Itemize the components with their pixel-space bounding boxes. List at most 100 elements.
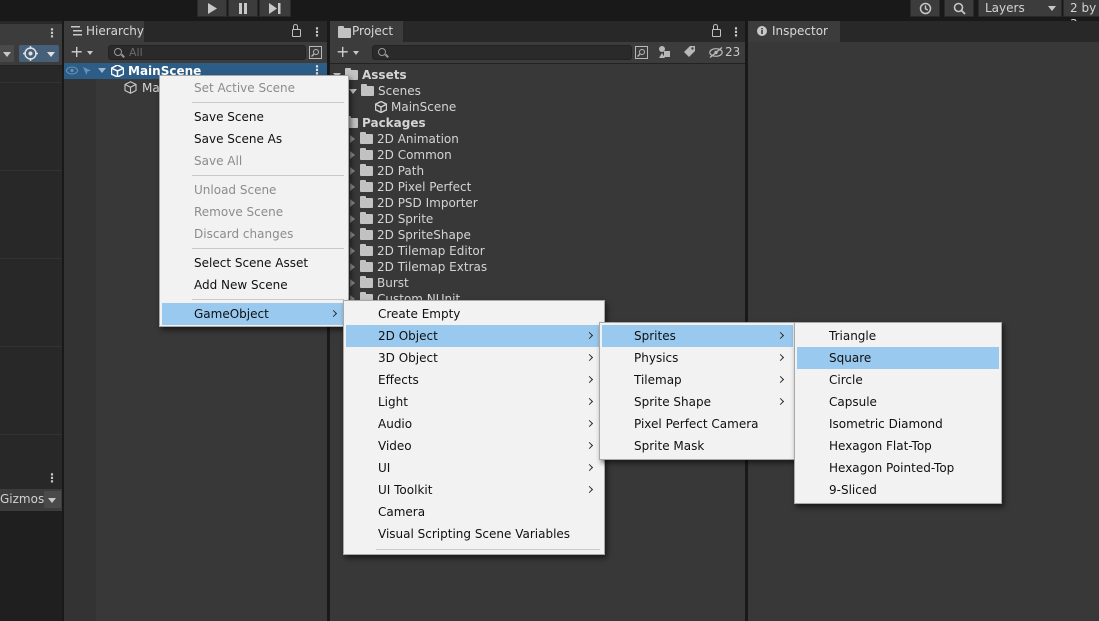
scene-search-icon[interactable] bbox=[635, 46, 648, 59]
history-icon bbox=[919, 2, 931, 14]
expand-arrow-icon[interactable] bbox=[350, 183, 355, 191]
play-button[interactable] bbox=[197, 0, 227, 17]
scene-gizmo-toggle[interactable] bbox=[19, 45, 59, 62]
menu-item-effects[interactable]: Effects bbox=[346, 369, 602, 391]
scene-dropdown-button[interactable] bbox=[0, 45, 14, 62]
menu-item-gameobject[interactable]: GameObject bbox=[162, 303, 346, 325]
add-icon[interactable]: + bbox=[70, 44, 83, 60]
menu-item-save-scene[interactable]: Save Scene bbox=[162, 106, 346, 128]
lock-icon[interactable] bbox=[292, 24, 301, 37]
menu-item-sprite-shape[interactable]: Sprite Shape bbox=[602, 391, 793, 413]
menu-item-label: Capsule bbox=[829, 395, 877, 409]
menu-item-set-active-scene[interactable]: Set Active Scene bbox=[162, 77, 346, 99]
expand-arrow-icon[interactable] bbox=[350, 135, 355, 143]
scene-menu-icon[interactable]: ⋮ bbox=[46, 26, 58, 40]
layout-dropdown[interactable]: 2 by 3 bbox=[1063, 0, 1099, 31]
expand-arrow-icon[interactable] bbox=[350, 263, 355, 271]
menu-item-save-scene-as[interactable]: Save Scene As bbox=[162, 128, 346, 150]
menu-item-capsule[interactable]: Capsule bbox=[797, 391, 999, 413]
expand-arrow-icon[interactable] bbox=[98, 68, 106, 73]
menu-item-9-sliced[interactable]: 9-Sliced bbox=[797, 479, 999, 501]
tree-item-scenes[interactable]: Scenes bbox=[349, 83, 421, 99]
tree-item-package[interactable]: 2D Common bbox=[350, 147, 452, 163]
pause-button[interactable] bbox=[228, 0, 258, 17]
menu-item-visual-scripting-scene-variables[interactable]: Visual Scripting Scene Variables bbox=[346, 523, 602, 545]
search-button[interactable] bbox=[944, 0, 974, 17]
menu-item-light[interactable]: Light bbox=[346, 391, 602, 413]
lock-icon[interactable] bbox=[712, 24, 721, 37]
menu-item-select-scene-asset[interactable]: Select Scene Asset bbox=[162, 252, 346, 274]
game-menu-icon[interactable]: ⋮ bbox=[46, 471, 58, 485]
menu-item-create-empty[interactable]: Create Empty bbox=[346, 303, 602, 325]
expand-arrow-icon[interactable] bbox=[350, 215, 355, 223]
menu-item-3d-object[interactable]: 3D Object bbox=[346, 347, 602, 369]
menu-item-hexagon-flat-top[interactable]: Hexagon Flat-Top bbox=[797, 435, 999, 457]
menu-item-video[interactable]: Video bbox=[346, 435, 602, 457]
tab-inspector[interactable]: Inspector bbox=[748, 21, 840, 42]
tree-item-package[interactable]: Burst bbox=[350, 275, 409, 291]
menu-item-2d-object[interactable]: 2D Object bbox=[346, 325, 602, 347]
menu-item-remove-scene[interactable]: Remove Scene bbox=[162, 201, 346, 223]
gizmos-button[interactable]: Gizmos bbox=[0, 492, 44, 506]
gameobject-submenu: Create Empty 2D Object 3D Object Effects… bbox=[343, 300, 605, 555]
expand-arrow-icon[interactable] bbox=[350, 231, 355, 239]
tree-item-package[interactable]: 2D PSD Importer bbox=[350, 195, 478, 211]
tree-item-mainscene[interactable]: MainScene bbox=[374, 99, 456, 115]
chevron-down-icon[interactable] bbox=[353, 51, 359, 55]
menu-item-square[interactable]: Square bbox=[797, 347, 999, 369]
hierarchy-menu-icon[interactable]: ⋮ bbox=[311, 25, 323, 39]
menu-item-physics[interactable]: Physics bbox=[602, 347, 793, 369]
menu-separator bbox=[376, 549, 600, 550]
expand-arrow-icon[interactable] bbox=[350, 151, 355, 159]
chevron-down-icon[interactable] bbox=[87, 51, 93, 55]
tree-item-package[interactable]: 2D Tilemap Extras bbox=[350, 259, 487, 275]
menu-item-audio[interactable]: Audio bbox=[346, 413, 602, 435]
history-button[interactable] bbox=[910, 0, 940, 17]
hierarchy-search-input[interactable]: All bbox=[108, 45, 306, 60]
step-button[interactable] bbox=[259, 0, 291, 17]
menu-item-hexagon-pointed-top[interactable]: Hexagon Pointed-Top bbox=[797, 457, 999, 479]
menu-item-pixel-perfect-camera[interactable]: Pixel Perfect Camera bbox=[602, 413, 793, 435]
expand-arrow-icon[interactable] bbox=[350, 247, 355, 255]
tab-project[interactable]: Project bbox=[330, 21, 403, 42]
hidden-eye-icon[interactable] bbox=[709, 47, 723, 58]
menu-item-sprite-mask[interactable]: Sprite Mask bbox=[602, 435, 793, 457]
project-search-input[interactable] bbox=[372, 45, 632, 60]
label-tag-icon[interactable] bbox=[683, 46, 696, 59]
gizmos-dropdown[interactable] bbox=[44, 491, 61, 508]
menu-item-isometric-diamond[interactable]: Isometric Diamond bbox=[797, 413, 999, 435]
menu-item-unload-scene[interactable]: Unload Scene bbox=[162, 179, 346, 201]
expand-arrow-icon[interactable] bbox=[350, 199, 355, 207]
expand-arrow-icon[interactable] bbox=[350, 279, 355, 287]
project-menu-icon[interactable]: ⋮ bbox=[730, 25, 742, 39]
tree-item-package[interactable]: 2D Tilemap Editor bbox=[350, 243, 485, 259]
menu-item-add-new-scene[interactable]: Add New Scene bbox=[162, 274, 346, 296]
expand-arrow-icon[interactable] bbox=[350, 167, 355, 175]
unity-scene-icon bbox=[111, 65, 124, 77]
menu-item-discard-changes[interactable]: Discard changes bbox=[162, 223, 346, 245]
menu-item-label: Sprites bbox=[634, 329, 676, 343]
menu-item-ui-toolkit[interactable]: UI Toolkit bbox=[346, 479, 602, 501]
tree-item-package[interactable]: 2D SpriteShape bbox=[350, 227, 471, 243]
tree-item-package[interactable]: 2D Pixel Perfect bbox=[350, 179, 471, 195]
tree-item-package[interactable]: 2D Path bbox=[350, 163, 424, 179]
expand-arrow-icon[interactable] bbox=[349, 89, 357, 94]
menu-item-sprites[interactable]: Sprites bbox=[602, 325, 793, 347]
tree-item-label: Assets bbox=[362, 68, 407, 82]
menu-item-circle[interactable]: Circle bbox=[797, 369, 999, 391]
scene-search-icon[interactable] bbox=[309, 46, 322, 59]
tree-item-package[interactable]: 2D Animation bbox=[350, 131, 459, 147]
pickable-icon[interactable] bbox=[82, 66, 93, 76]
menu-item-ui[interactable]: UI bbox=[346, 457, 602, 479]
filter-by-type-icon[interactable] bbox=[658, 45, 671, 59]
tree-item-package[interactable]: 2D Sprite bbox=[350, 211, 433, 227]
layers-dropdown[interactable]: Layers bbox=[978, 0, 1062, 17]
menu-item-tilemap[interactable]: Tilemap bbox=[602, 369, 793, 391]
menu-item-save-all[interactable]: Save All bbox=[162, 150, 346, 172]
eye-icon[interactable] bbox=[66, 66, 78, 75]
menu-item-camera[interactable]: Camera bbox=[346, 501, 602, 523]
add-icon[interactable]: + bbox=[336, 44, 349, 60]
folder-icon bbox=[360, 164, 373, 176]
menu-item-triangle[interactable]: Triangle bbox=[797, 325, 999, 347]
tab-hierarchy[interactable]: Hierarchy bbox=[64, 21, 144, 42]
